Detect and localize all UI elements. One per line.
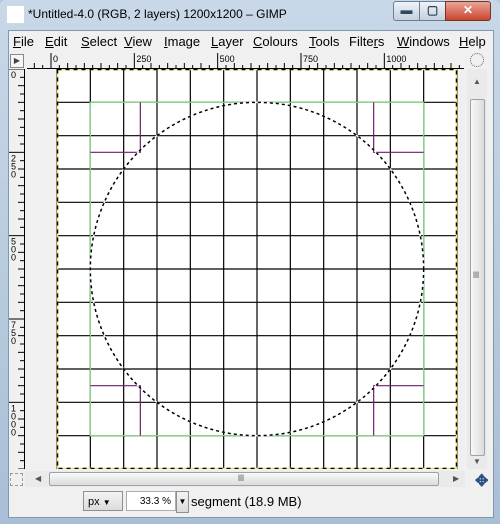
scroll-up-icon[interactable]: ▲ <box>473 77 481 86</box>
ruler-label: 1000 <box>386 54 406 64</box>
menu-view[interactable]: View <box>124 34 152 49</box>
status-message: segment (18.9 MB) <box>191 494 302 509</box>
ruler-label: 750 <box>303 54 318 64</box>
menu-help[interactable]: Help <box>459 34 486 49</box>
maximize-icon: ▢ <box>426 3 439 17</box>
ruler-label: 0 <box>11 70 16 80</box>
grip-icon: lll <box>473 270 479 280</box>
menu-layer[interactable]: Layer <box>211 34 244 49</box>
minimize-button[interactable]: ▬ <box>393 1 420 21</box>
maximize-button[interactable]: ▢ <box>419 1 446 21</box>
scroll-left-icon[interactable]: ◀ <box>35 474 41 483</box>
menu-file[interactable]: File <box>13 34 34 49</box>
vertical-ruler[interactable]: 02505007501000 <box>9 69 25 469</box>
quick-menu-button[interactable]: ▶ <box>10 54 24 68</box>
horizontal-scroll-thumb[interactable]: lll <box>49 472 439 486</box>
grip-icon: lll <box>238 473 244 483</box>
app-icon <box>6 5 25 24</box>
vertical-scrollbar[interactable]: ▲ lll ▼ <box>467 69 487 469</box>
ruler-label: 0 <box>11 169 16 179</box>
close-button[interactable]: ✕ <box>445 1 491 21</box>
gimp-window: *Untitled-4.0 (RGB, 2 layers) 1200x1200 … <box>0 0 500 524</box>
menu-windows[interactable]: Windows <box>397 34 450 49</box>
ruler-label: 0 <box>53 54 58 64</box>
zoom-dropdown-button[interactable]: ▼ <box>176 491 189 513</box>
menu-edit[interactable]: Edit <box>45 34 67 49</box>
ruler-label: 0 <box>11 427 16 437</box>
title-bar[interactable]: *Untitled-4.0 (RGB, 2 layers) 1200x1200 … <box>0 0 500 30</box>
minimize-icon: ▬ <box>400 3 413 17</box>
unit-select[interactable]: px ▼ <box>83 491 123 511</box>
menu-select[interactable]: Select <box>81 34 117 49</box>
ruler-label: 250 <box>136 54 151 64</box>
horizontal-ruler[interactable]: 025050075010001 <box>27 53 464 69</box>
close-icon: ✕ <box>462 3 474 17</box>
chevron-down-icon: ▼ <box>102 498 111 507</box>
menu-image[interactable]: Image <box>164 34 200 49</box>
unit-value: px <box>88 496 100 508</box>
menu-tools[interactable]: Tools <box>309 34 339 49</box>
ruler-label: 0 <box>11 336 16 346</box>
zoom-input[interactable]: 33.3 % <box>126 491 176 511</box>
vertical-scroll-thumb[interactable]: lll <box>470 99 485 456</box>
status-bar: px ▼ 33.3 % ▼ segment (18.9 MB) <box>9 489 493 517</box>
ruler-label: 0 <box>11 253 16 263</box>
menu-colours[interactable]: Colours <box>253 34 298 49</box>
horizontal-scrollbar[interactable]: ◀ lll ▶ <box>25 471 465 487</box>
scroll-right-icon[interactable]: ▶ <box>453 474 459 483</box>
horizontal-ruler-ticks: 025050075010001 <box>33 53 460 68</box>
navigate-icon[interactable]: ✥ <box>475 471 488 491</box>
canvas-area[interactable] <box>25 69 465 469</box>
image-canvas[interactable] <box>25 69 465 469</box>
menu-filters[interactable]: Filters <box>349 34 384 49</box>
quick-mask-toggle-icon[interactable] <box>10 473 23 486</box>
scroll-down-icon[interactable]: ▼ <box>473 457 481 466</box>
vertical-ruler-ticks: 02505007501000 <box>9 69 24 469</box>
zoom-to-fit-icon[interactable] <box>470 53 484 67</box>
menubar: File Edit Select View Image Layer Colours Tools… <box>9 31 493 51</box>
window-title: *Untitled-4.0 (RGB, 2 layers) 1200x1200 … <box>28 7 287 21</box>
ruler-label: 500 <box>220 54 235 64</box>
image-window-client: File Edit Select View Image Layer Colours Tools… <box>8 30 494 518</box>
